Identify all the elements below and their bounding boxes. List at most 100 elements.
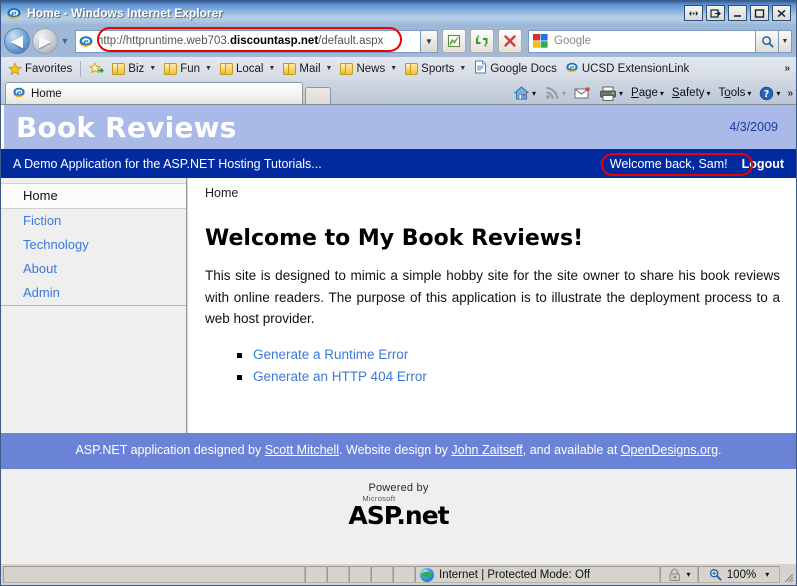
favorite-item-ucsd-extensionlink[interactable]: e UCSD ExtensionLink <box>561 59 693 78</box>
magnifier-icon <box>709 568 722 581</box>
resize-button[interactable] <box>684 5 703 21</box>
url-suffix: /default.aspx <box>318 35 383 47</box>
navigation-bar: ◀ ▶ ▼ e http://httpruntime.web703.discou… <box>1 25 796 57</box>
address-input[interactable]: e http://httpruntime.web703.discountasp.… <box>75 30 421 53</box>
folder-icon <box>283 63 296 75</box>
security-zone-cell[interactable]: Internet | Protected Mode: Off <box>415 566 660 583</box>
sidebar-item-label[interactable]: Admin <box>23 285 60 300</box>
tab-label: Home <box>31 88 62 100</box>
page-favicon-icon: e <box>78 33 94 49</box>
chevron-down-icon: ▼ <box>268 65 275 72</box>
document-icon <box>474 60 487 77</box>
security-zone-label: Internet | Protected Mode: Off <box>439 569 590 581</box>
favorite-item-news[interactable]: News ▼ <box>336 62 401 76</box>
aspnet-logo: Powered by Microsoft ASP.net <box>348 483 448 528</box>
zoom-level-label: 100% <box>727 569 756 581</box>
footer-text-c: , <box>523 443 526 457</box>
svg-text:e: e <box>569 63 574 72</box>
sidebar-item-admin[interactable]: Admin <box>1 281 186 305</box>
tools-menu[interactable]: Tools ▾ <box>716 86 755 100</box>
search-go-button[interactable] <box>756 30 779 53</box>
stop-button[interactable] <box>498 29 522 53</box>
web-page: Book Reviews 4/3/2009 A Demo Application… <box>1 105 796 563</box>
resize-grip[interactable] <box>780 566 794 583</box>
favorite-item-local[interactable]: Local ▼ <box>216 62 279 76</box>
favorites-button[interactable]: Favorites <box>4 61 76 77</box>
favorite-item-sports[interactable]: Sports ▼ <box>401 62 470 76</box>
tab-home[interactable]: e Home <box>5 82 303 104</box>
star-icon <box>8 62 22 76</box>
mail-icon <box>574 86 591 100</box>
new-tab-button[interactable] <box>305 87 331 104</box>
add-to-favorites-bar-button[interactable] <box>85 61 108 77</box>
home-icon <box>513 85 530 101</box>
browser-window: e Home - Windows Internet Explorer ◀ <box>0 0 797 586</box>
compatibility-view-button[interactable] <box>442 29 466 53</box>
lock-icon <box>667 568 682 582</box>
ie-logo-icon: e <box>565 60 579 77</box>
chevron-down-icon: ▾ <box>707 89 711 98</box>
print-button[interactable]: ▾ <box>596 85 626 102</box>
page-menu[interactable]: PPageage ▾ <box>628 86 667 100</box>
footer-text-d: and available at <box>530 443 621 457</box>
sidebar-item-label[interactable]: Technology <box>23 237 89 252</box>
sidebar-item-label[interactable]: About <box>23 261 57 276</box>
status-cell-3 <box>349 566 371 583</box>
forward-arrow-icon: ▶ <box>39 34 51 49</box>
sidebar-item-technology[interactable]: Technology <box>1 233 186 257</box>
divider <box>80 61 81 77</box>
maximize-button[interactable] <box>750 5 769 21</box>
close-button[interactable] <box>772 5 791 21</box>
search-input[interactable]: Google <box>528 30 756 53</box>
status-cell-1 <box>305 566 327 583</box>
chevron-down-icon: ▼ <box>425 37 433 46</box>
favorite-label: Sports <box>421 63 454 75</box>
restore-group-button[interactable] <box>706 5 725 21</box>
status-message-cell <box>3 566 305 583</box>
john-zaitseff-link[interactable]: John Zaitseff <box>451 443 522 457</box>
logout-link[interactable]: Logout <box>742 157 784 171</box>
back-button[interactable]: ◀ <box>4 28 30 54</box>
folder-icon <box>164 63 177 75</box>
generate-http-404-error-link[interactable]: Generate an HTTP 404 Error <box>253 369 427 384</box>
status-cell-4 <box>371 566 393 583</box>
footer-text-e: . <box>718 443 721 457</box>
search-provider-dropdown[interactable]: ▼ <box>779 30 792 53</box>
home-button[interactable]: ▾ <box>510 84 539 102</box>
sidebar-item-home[interactable]: Home <box>1 183 186 209</box>
refresh-button[interactable] <box>470 29 494 53</box>
scott-mitchell-link[interactable]: Scott Mitchell <box>265 443 339 457</box>
address-dropdown-button[interactable]: ▼ <box>421 30 438 53</box>
sidebar-item-fiction[interactable]: Fiction <box>1 209 186 233</box>
zoom-cell[interactable]: 100% ▾ <box>698 566 780 583</box>
minimize-button[interactable] <box>728 5 747 21</box>
aspnet-wordmark: ASP.net <box>348 503 448 528</box>
sidebar-item-about[interactable]: About <box>1 257 186 281</box>
feeds-button[interactable]: ▾ <box>541 84 569 102</box>
generate-runtime-error-link[interactable]: Generate a Runtime Error <box>253 347 408 362</box>
favorite-item-biz[interactable]: Biz ▼ <box>108 62 160 76</box>
favorites-overflow-button[interactable]: » <box>784 63 793 74</box>
sidebar-item-label[interactable]: Fiction <box>23 213 61 228</box>
favorite-item-mail[interactable]: Mail ▼ <box>279 62 336 76</box>
safety-menu[interactable]: Safety ▾ <box>669 86 714 100</box>
chevron-down-icon: ▼ <box>326 65 333 72</box>
command-bar-overflow-button[interactable]: » <box>785 88 793 99</box>
ie-logo-icon: e <box>6 5 22 21</box>
favorite-item-google-docs[interactable]: Google Docs <box>470 59 560 78</box>
forward-button[interactable]: ▶ <box>32 28 58 54</box>
favorite-item-fun[interactable]: Fun ▼ <box>160 62 216 76</box>
favorite-label: Google Docs <box>490 63 556 75</box>
page-menu-label: PPageage <box>631 87 658 99</box>
ie-logo-icon: e <box>12 85 26 102</box>
help-menu[interactable]: ? ▾ <box>756 85 783 102</box>
chevron-down-icon: ▾ <box>776 89 780 98</box>
recent-pages-dropdown[interactable]: ▼ <box>58 28 72 54</box>
favorite-label: News <box>356 63 385 75</box>
opendesigns-link[interactable]: OpenDesigns.org <box>621 443 718 457</box>
sidebar-item-label: Home <box>23 188 58 203</box>
privacy-report-cell[interactable]: ▾ <box>660 566 698 583</box>
mail-button[interactable] <box>571 85 594 101</box>
site-tagline: A Demo Application for the ASP.NET Hosti… <box>13 157 322 171</box>
chevron-down-icon: ▾ <box>686 570 690 579</box>
